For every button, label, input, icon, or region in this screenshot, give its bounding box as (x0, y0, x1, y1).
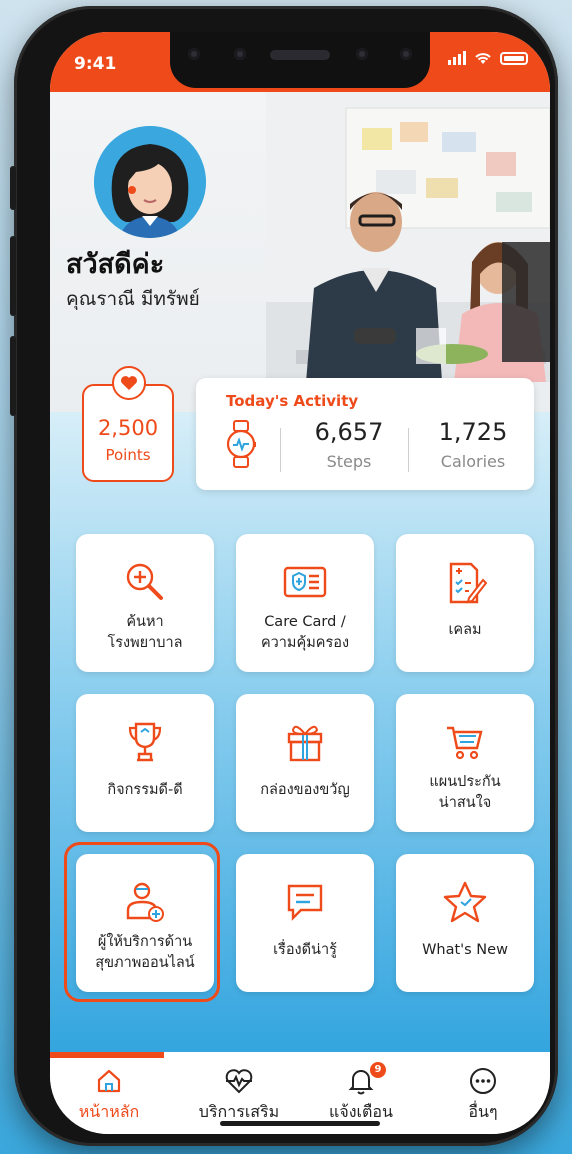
tile-label-line2: น่าสนใจ (438, 795, 492, 811)
smartwatch-icon (226, 420, 256, 468)
user-avatar[interactable] (94, 126, 206, 238)
tile-claim[interactable]: เคลม (396, 534, 534, 672)
tile-gift-box[interactable]: กล่องของขวัญ (236, 694, 374, 832)
steps-label: Steps (326, 452, 372, 471)
activity-card[interactable]: Today's Activity 6,657 Steps 1,725 Calor… (196, 378, 534, 490)
user-name: คุณราณี มีทรัพย์ (66, 288, 200, 310)
tile-label-line1: Care Card / (264, 614, 346, 630)
steps-value: 6,657 (314, 418, 384, 446)
active-tab-indicator (50, 1052, 164, 1058)
more-dots-icon (428, 1066, 538, 1096)
app-screen: 9:41 สวัสดีค่ะ คุณราณี มีทรัพย์ 2,500 Po… (50, 32, 550, 1134)
tile-insurance-plans[interactable]: แผนประกัน น่าสนใจ (396, 694, 534, 832)
sensor-dot (356, 48, 368, 60)
camera-dot-left (188, 48, 200, 60)
phone-frame: 9:41 สวัสดีค่ะ คุณราณี มีทรัพย์ 2,500 Po… (10, 6, 558, 1146)
tile-hospital-search[interactable]: ค้นหา โรงพยาบาล (76, 534, 214, 672)
tile-activities[interactable]: กิจกรรมดี-ดี (76, 694, 214, 832)
status-time: 9:41 (74, 54, 117, 74)
home-icon (54, 1066, 164, 1096)
tile-good-stories[interactable]: เรื่องดีน่ารู้ (236, 854, 374, 992)
tab-notifications[interactable]: 9 แจ้งเตือน (306, 1062, 416, 1125)
activity-divider-2 (408, 428, 409, 472)
tile-label-line1: กิจกรรมดี-ดี (107, 782, 183, 798)
signal-icon (448, 51, 466, 65)
status-bar: 9:41 (50, 32, 550, 92)
calories-value: 1,725 (438, 418, 508, 446)
care-card-icon (236, 560, 374, 604)
sensor-dot-right (400, 48, 412, 60)
mute-switch (10, 166, 16, 210)
bell-icon: 9 (306, 1062, 416, 1096)
volume-down-button (10, 336, 16, 416)
gift-box-icon (236, 720, 374, 764)
points-label: Points (105, 446, 151, 464)
camera-dot (234, 48, 246, 60)
battery-icon (500, 51, 528, 65)
points-value: 2,500 (97, 416, 159, 440)
tile-label-line1: แผนประกัน (429, 774, 501, 790)
tile-care-card[interactable]: Care Card / ความคุ้มครอง (236, 534, 374, 672)
tile-whats-new[interactable]: What's New (396, 854, 534, 992)
tile-label-line2: ความคุ้มครอง (260, 635, 350, 651)
star-icon (396, 880, 534, 924)
tab-home-label: หน้าหลัก (78, 1102, 140, 1121)
tile-label-line1: เรื่องดีน่ารู้ (273, 942, 337, 958)
home-indicator (220, 1121, 380, 1126)
speaker-grille (270, 50, 330, 60)
chat-article-icon (236, 880, 374, 924)
heart-icon (112, 366, 146, 400)
greeting-title: สวัสดีค่ะ (66, 249, 165, 280)
tile-label-line1: เคลม (448, 622, 482, 638)
tile-label-line1: กล่องของขวัญ (260, 782, 350, 798)
tab-services[interactable]: บริการเสริม (184, 1066, 294, 1125)
status-icons (448, 51, 528, 65)
shopping-cart-icon (396, 720, 534, 764)
claim-document-icon (396, 560, 534, 604)
points-card[interactable]: 2,500 Points (82, 366, 174, 482)
tile-online-health-provider[interactable]: ผู้ให้บริการด้าน สุขภาพออนไลน์ (76, 854, 214, 992)
tab-home[interactable]: หน้าหลัก (54, 1066, 164, 1125)
tab-more-label: อื่นๆ (468, 1102, 498, 1121)
notification-badge: 9 (370, 1062, 386, 1078)
hero-photo (266, 92, 550, 382)
tile-label-line1: What's New (422, 942, 508, 958)
activity-title: Today's Activity (226, 392, 359, 410)
tile-label-line2: โรงพยาบาล (107, 635, 183, 651)
online-doctor-icon (76, 880, 214, 924)
activity-divider-1 (280, 428, 281, 472)
tile-label-line1: ค้นหา (126, 614, 164, 630)
tab-more[interactable]: อื่นๆ (428, 1066, 538, 1125)
trophy-icon (76, 720, 214, 764)
tile-label-line1: ผู้ให้บริการด้าน (97, 934, 193, 950)
volume-up-button (10, 236, 16, 316)
tile-label-line2: สุขภาพออนไลน์ (95, 955, 195, 971)
wifi-icon (475, 53, 491, 64)
heart-pulse-icon (184, 1066, 294, 1096)
calories-label: Calories (440, 452, 506, 471)
hospital-search-icon (76, 560, 214, 604)
camera-notch (170, 32, 430, 88)
